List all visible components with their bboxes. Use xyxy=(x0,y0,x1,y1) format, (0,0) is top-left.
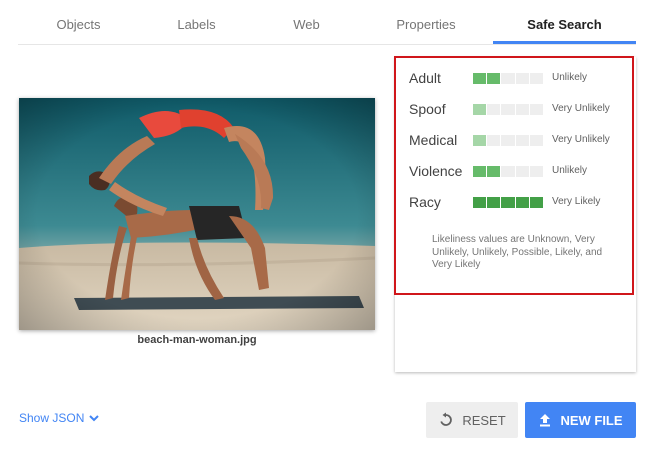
upload-icon xyxy=(540,414,551,427)
likelihood-value: Very Likely xyxy=(552,196,601,207)
meter-segment xyxy=(487,73,501,84)
tab-bar: Objects Labels Web Properties Safe Searc… xyxy=(18,0,636,45)
meter-segment xyxy=(501,166,515,177)
meter-segment xyxy=(515,104,529,115)
meter-segment xyxy=(529,104,544,115)
tab-properties[interactable]: Properties xyxy=(359,0,493,44)
meter-segment xyxy=(487,197,501,208)
reset-icon xyxy=(440,412,453,426)
active-tab-indicator xyxy=(493,41,636,44)
likelihood-meter xyxy=(473,73,544,84)
meter-segment xyxy=(515,73,529,84)
meter-segment xyxy=(529,197,544,208)
meter-segment xyxy=(487,135,501,146)
category-label: Racy xyxy=(409,194,441,210)
tab-objects[interactable]: Objects xyxy=(18,0,139,44)
likelihood-value: Very Unlikely xyxy=(552,103,610,114)
show-json-toggle[interactable]: Show JSON xyxy=(19,411,100,425)
safe-search-row-violence: Violence Unlikely xyxy=(409,161,629,181)
likelihood-meter xyxy=(473,166,544,177)
safe-search-card: Adult Unlikely Spoof Very Unlikely Medic… xyxy=(395,57,636,372)
likelihood-meter xyxy=(473,135,544,146)
meter-segment xyxy=(487,104,501,115)
likeliness-note: Likeliness values are Unknown, Very Unli… xyxy=(432,234,603,270)
meter-segment xyxy=(501,135,515,146)
new-file-label: NEW FILE xyxy=(560,412,623,428)
category-label: Medical xyxy=(409,132,458,148)
meter-segment xyxy=(529,166,544,177)
safe-search-row-racy: Racy Very Likely xyxy=(409,192,629,212)
safe-search-row-adult: Adult Unlikely xyxy=(409,68,629,88)
safe-search-row-medical: Medical Very Unlikely xyxy=(409,130,629,150)
meter-segment xyxy=(473,166,487,177)
likelihood-value: Unlikely xyxy=(552,165,588,176)
safe-search-row-spoof: Spoof Very Unlikely xyxy=(409,99,629,119)
reset-button[interactable]: RESET xyxy=(426,402,518,438)
likelihood-value: Unlikely xyxy=(552,72,588,83)
meter-segment xyxy=(529,73,544,84)
meter-segment xyxy=(515,197,529,208)
tab-labels[interactable]: Labels xyxy=(139,0,254,44)
meter-segment xyxy=(501,197,515,208)
category-label: Spoof xyxy=(409,101,446,117)
tab-safe-search[interactable]: Safe Search xyxy=(493,0,636,44)
meter-segment xyxy=(501,73,515,84)
meter-segment xyxy=(473,135,487,146)
uploaded-image xyxy=(19,98,375,330)
category-label: Adult xyxy=(409,70,441,86)
image-filename: beach-man-woman.jpg xyxy=(137,334,257,346)
meter-segment xyxy=(487,166,501,177)
category-label: Violence xyxy=(409,163,463,179)
meter-segment xyxy=(515,135,529,146)
meter-segment xyxy=(515,166,529,177)
meter-segment xyxy=(473,197,487,208)
show-json-label: Show JSON xyxy=(19,411,85,425)
meter-segment xyxy=(529,135,544,146)
meter-segment xyxy=(501,104,515,115)
likelihood-value: Very Unlikely xyxy=(552,134,610,145)
meter-segment xyxy=(473,104,487,115)
new-file-button[interactable]: NEW FILE xyxy=(525,402,636,438)
meter-segment xyxy=(473,73,487,84)
likelihood-meter xyxy=(473,104,544,115)
tab-web[interactable]: Web xyxy=(254,0,359,44)
reset-label: RESET xyxy=(462,412,506,428)
chevron-down-icon xyxy=(89,415,100,422)
likelihood-meter xyxy=(473,197,544,208)
